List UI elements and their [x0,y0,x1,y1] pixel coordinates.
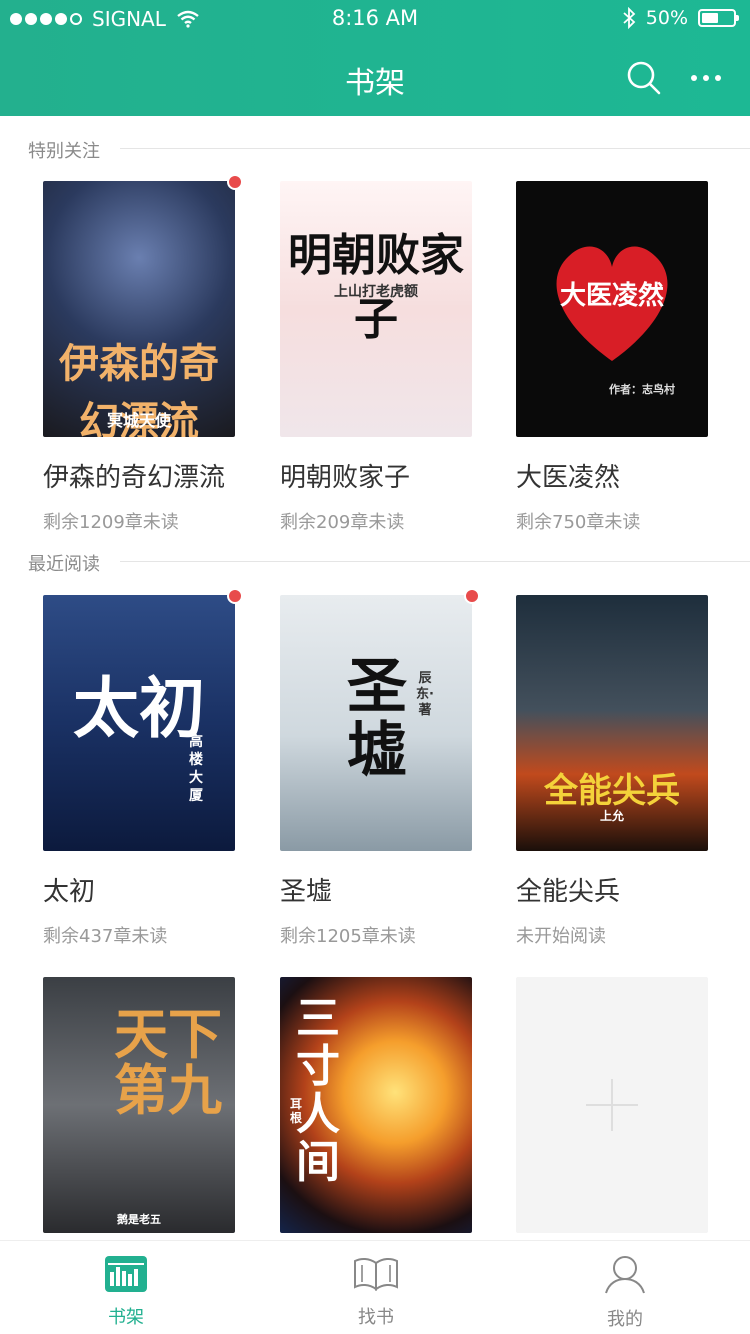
tab-label: 书架 [108,1307,144,1328]
book-item[interactable]: 全能尖兵 上允 全能尖兵 未开始阅读 [516,595,708,948]
status-bar: SIGNAL 8:16 AM 50% [0,0,750,38]
book-title: 明朝败家子 [280,463,411,493]
book-item[interactable]: 三寸人间 耳根 [280,977,472,1233]
cover-author: 鹅是老五 [117,1213,161,1226]
bookshelf-icon [105,1256,147,1292]
book-cover[interactable]: 天下第九 鹅是老五 [43,977,235,1233]
plus-icon [586,1079,638,1131]
book-item[interactable]: 圣墟 辰东·著 圣墟 剩余1205章未读 [280,588,480,948]
book-cover[interactable]: 圣墟 辰东·著 [280,595,472,851]
cover-author: 上山打老虎额 [334,284,418,300]
add-book-button[interactable] [516,977,708,1233]
cover-title: 太初 [73,670,205,747]
book-title: 大医凌然 [516,463,621,493]
book-cover[interactable]: 伊森的奇幻漂流 冥城天使 [43,181,235,437]
section-divider [120,148,750,149]
book-title: 太初 [43,877,96,907]
book-title: 全能尖兵 [516,877,621,907]
bottom-tab-bar: 书架 找书 我的 [0,1240,750,1334]
book-cover[interactable]: 太初 高楼大厦 [43,595,235,851]
book-cover[interactable]: 全能尖兵 上允 [516,595,708,851]
section-divider [120,561,750,562]
book-item[interactable]: 太初 高楼大厦 太初 剩余437章未读 [43,588,243,948]
user-icon [605,1256,645,1294]
book-progress: 剩余1205章未读 [280,926,416,947]
bluetooth-icon [623,7,636,29]
book-cover[interactable]: 三寸人间 耳根 [280,977,472,1233]
section-label-special: 特别关注 [28,141,100,162]
book-item[interactable]: 天下第九 鹅是老五 [43,977,235,1233]
search-button[interactable] [624,58,664,98]
book-item[interactable]: 伊森的奇幻漂流 冥城天使 伊森的奇幻漂流 剩余1209章未读 [43,174,243,534]
cover-author: 上允 [599,809,624,823]
book-title: 伊森的奇幻漂流 [43,463,226,493]
battery-icon [698,9,739,27]
tab-mine[interactable]: 我的 [550,1255,700,1331]
cover-author: 作者：志鸟村 [609,383,675,396]
cover-title: 全能尖兵 [544,771,680,811]
cover-author: 辰东·著 [416,671,434,718]
cover-title: 天下第九 [114,1003,222,1122]
cover-author: 高楼大厦 [189,734,203,804]
more-button[interactable] [686,58,726,98]
book-item[interactable]: 明朝败家子 上山打老虎额 明朝败家子 剩余209章未读 [280,181,472,534]
status-right: 50% [622,7,739,29]
cover-title: 三寸人间 [296,993,340,1188]
tab-label: 找书 [358,1307,394,1328]
app-header: SIGNAL 8:16 AM 50% 书架 [0,0,750,116]
update-badge [227,588,243,604]
update-badge [464,588,480,604]
open-book-icon [354,1257,398,1291]
book-cover[interactable]: 明朝败家子 上山打老虎额 [280,181,472,437]
book-cover[interactable]: 大医凌然 作者：志鸟村 [516,181,708,437]
section-label-recent: 最近阅读 [28,554,100,575]
book-progress: 未开始阅读 [516,926,606,947]
book-progress: 剩余437章未读 [43,926,168,947]
battery-percent: 50% [645,7,688,29]
update-badge [227,174,243,190]
cover-title: 大医凌然 [559,281,664,311]
tab-find-books[interactable]: 找书 [301,1255,451,1329]
book-progress: 剩余1209章未读 [43,512,179,533]
more-icon [691,75,721,81]
search-icon [627,61,661,95]
tab-bookshelf[interactable]: 书架 [51,1255,201,1329]
book-item[interactable]: 大医凌然 作者：志鸟村 大医凌然 剩余750章未读 [516,181,708,534]
add-book-placeholder[interactable] [516,977,708,1233]
book-progress: 剩余750章未读 [516,512,641,533]
book-title: 圣墟 [280,877,333,907]
cover-author: 耳根 [290,1097,303,1125]
cover-title: 圣墟 [347,652,407,786]
cover-author: 冥城天使 [106,411,171,430]
book-progress: 剩余209章未读 [280,512,405,533]
tab-label: 我的 [607,1309,643,1330]
